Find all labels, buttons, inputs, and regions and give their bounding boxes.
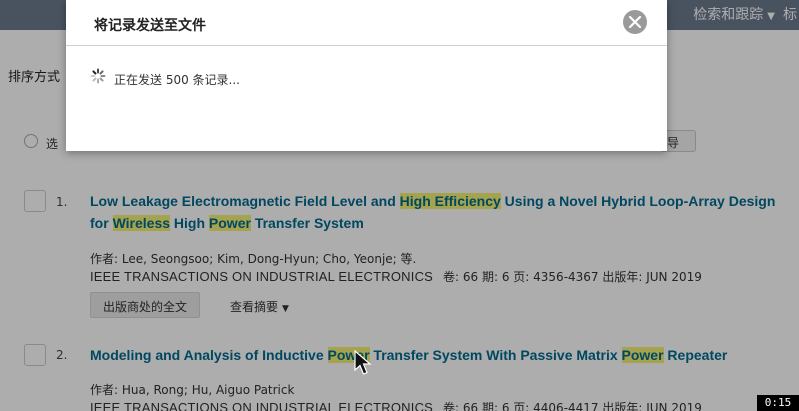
sending-status-text: 正在发送 500 条记录... <box>114 73 240 87</box>
dialog-title: 将记录发送至文件 <box>94 18 206 34</box>
video-timer-badge: 0:15 <box>757 395 799 411</box>
dialog-header: 将记录发送至文件 <box>66 0 667 46</box>
send-to-file-dialog: 将记录发送至文件 正在发送 500 条记录... <box>66 0 667 151</box>
mouse-pointer-icon <box>354 349 372 380</box>
loading-spinner-icon <box>90 68 106 84</box>
close-icon[interactable] <box>623 10 647 34</box>
